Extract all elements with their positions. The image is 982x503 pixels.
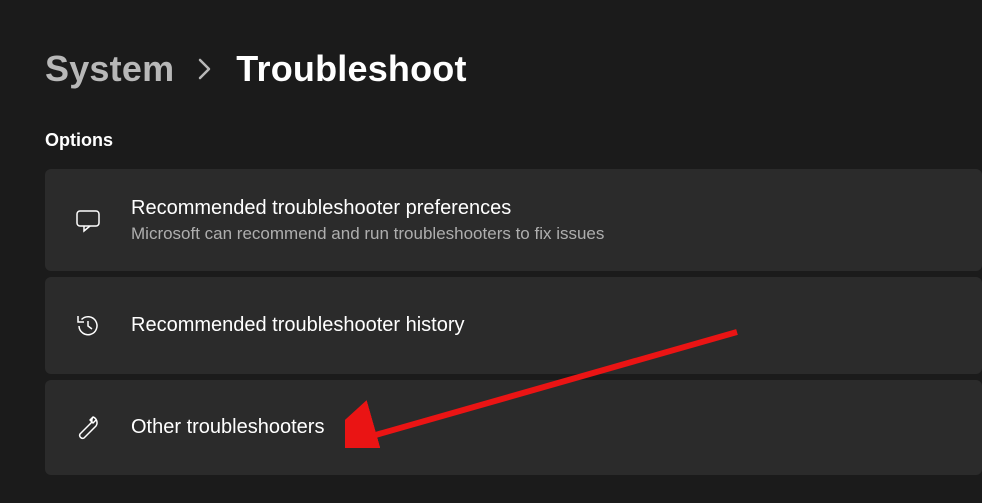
settings-troubleshoot-page: System Troubleshoot Options Recommended … xyxy=(0,0,982,503)
breadcrumb: System Troubleshoot xyxy=(45,48,982,90)
chevron-right-icon xyxy=(198,58,212,85)
card-title: Recommended troubleshooter history xyxy=(131,312,465,339)
card-text: Recommended troubleshooter history xyxy=(131,312,465,339)
wrench-icon xyxy=(73,413,103,443)
card-text: Recommended troubleshooter preferences M… xyxy=(131,195,604,246)
chat-icon xyxy=(73,205,103,235)
card-title: Other troubleshooters xyxy=(131,414,324,441)
breadcrumb-parent[interactable]: System xyxy=(45,48,174,90)
card-subtitle: Microsoft can recommend and run troubles… xyxy=(131,222,604,246)
card-text: Other troubleshooters xyxy=(131,414,324,441)
card-other-troubleshooters[interactable]: Other troubleshooters xyxy=(45,380,982,475)
card-recommended-history[interactable]: Recommended troubleshooter history xyxy=(45,277,982,374)
section-title-options: Options xyxy=(45,130,982,151)
card-recommended-preferences[interactable]: Recommended troubleshooter preferences M… xyxy=(45,169,982,271)
card-title: Recommended troubleshooter preferences xyxy=(131,195,604,222)
breadcrumb-current: Troubleshoot xyxy=(236,48,466,90)
history-icon xyxy=(73,311,103,341)
